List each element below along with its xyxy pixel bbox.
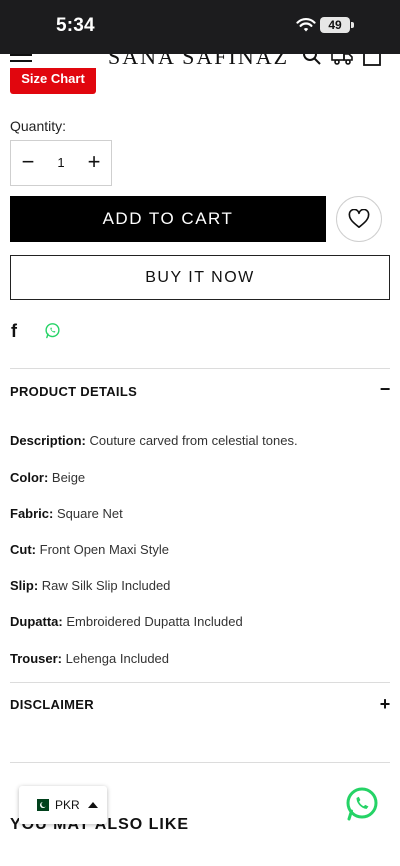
size-chart-button[interactable]: Size Chart: [10, 68, 96, 94]
cart-icon[interactable]: [362, 54, 382, 66]
detail-value: Embroidered Dupatta Included: [66, 614, 243, 629]
detail-trouser: Trouser: Lehenga Included: [10, 651, 169, 666]
currency-selector[interactable]: PKR: [19, 786, 107, 824]
whatsapp-chat-icon[interactable]: [344, 786, 380, 822]
pakistan-flag-icon: [33, 799, 49, 811]
product-details-heading[interactable]: PRODUCT DETAILS: [10, 384, 137, 399]
caret-up-icon: [87, 802, 98, 808]
search-icon[interactable]: [302, 54, 322, 66]
currency-code: PKR: [55, 798, 80, 812]
delivery-truck-icon[interactable]: [331, 54, 353, 66]
wifi-icon: [296, 18, 316, 32]
heart-icon: [348, 209, 370, 228]
detail-value: Raw Silk Slip Included: [41, 578, 171, 593]
status-time: 5:34: [56, 15, 95, 36]
detail-slip: Slip: Raw Silk Slip Included: [10, 578, 170, 593]
expand-toggle-icon[interactable]: +: [378, 694, 392, 715]
detail-fabric: Fabric: Square Net: [10, 506, 123, 521]
detail-value: Square Net: [56, 506, 123, 521]
collapse-toggle-icon[interactable]: −: [378, 379, 392, 400]
detail-cut: Cut: Front Open Maxi Style: [10, 542, 169, 557]
detail-label: Slip:: [10, 578, 39, 593]
detail-value: Beige: [51, 470, 86, 485]
quantity-increase-button[interactable]: +: [79, 141, 109, 185]
disclaimer-heading[interactable]: DISCLAIMER: [10, 697, 94, 712]
divider: [10, 368, 390, 369]
quantity-label: Quantity:: [10, 118, 67, 134]
buy-it-now-button[interactable]: BUY IT NOW: [10, 255, 390, 300]
battery-indicator: 49: [320, 17, 354, 33]
site-header: SANA SAFINAZ: [0, 54, 400, 68]
detail-label: Fabric:: [10, 506, 54, 521]
brand-logo[interactable]: SANA SAFINAZ: [108, 54, 289, 68]
facebook-icon[interactable]: f: [11, 321, 17, 342]
detail-value: Front Open Maxi Style: [39, 542, 169, 557]
divider: [10, 682, 390, 683]
quantity-input[interactable]: 1: [41, 141, 81, 185]
add-to-cart-button[interactable]: ADD TO CART: [10, 196, 326, 242]
detail-color: Color: Beige: [10, 470, 85, 485]
detail-value: Lehenga Included: [65, 651, 170, 666]
quantity-stepper: − 1 +: [10, 140, 112, 186]
detail-dupatta: Dupatta: Embroidered Dupatta Included: [10, 614, 243, 629]
divider: [10, 762, 390, 763]
menu-icon[interactable]: [10, 54, 32, 62]
detail-label: Dupatta:: [10, 614, 63, 629]
quantity-decrease-button[interactable]: −: [13, 141, 43, 185]
whatsapp-share-icon[interactable]: [44, 322, 61, 339]
status-bar: 5:34 49: [0, 0, 400, 54]
detail-value: Couture carved from celestial tones.: [89, 433, 298, 448]
wishlist-button[interactable]: [336, 196, 382, 242]
detail-description: Description: Couture carved from celesti…: [10, 433, 298, 448]
detail-label: Trouser:: [10, 651, 63, 666]
detail-label: Cut:: [10, 542, 36, 557]
detail-label: Color:: [10, 470, 49, 485]
detail-label: Description:: [10, 433, 86, 448]
